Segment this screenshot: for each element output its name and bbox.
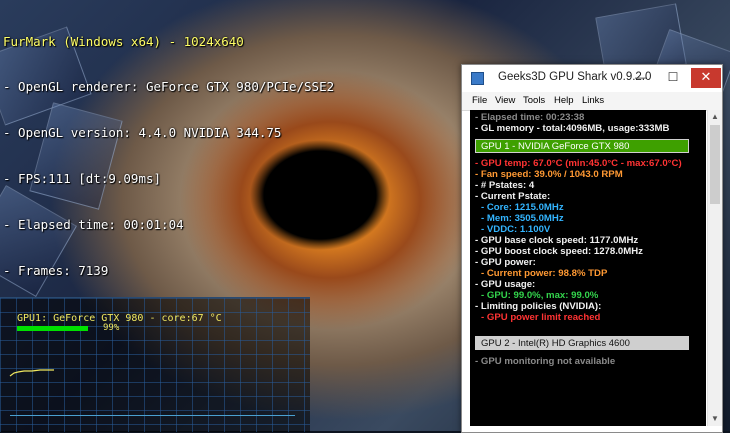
- vddc: - VDDC: 1.100V: [481, 224, 551, 235]
- osd-fps: - FPS:111 [dt:9.09ms]: [3, 171, 162, 187]
- menu-file[interactable]: File: [472, 95, 487, 106]
- pstates-count: - # Pstates: 4: [475, 180, 535, 191]
- furmark-osd: FurMark (Windows x64) - 1024x640 - OpenG…: [3, 3, 334, 294]
- temperature-graph-line: [9, 369, 54, 377]
- power-limit-reached: - GPU power limit reached: [481, 312, 601, 323]
- menu-help[interactable]: Help: [554, 95, 574, 106]
- current-pstate: - Current Pstate:: [475, 191, 551, 202]
- fan-speed: - Fan speed: 39.0% / 1043.0 RPM: [475, 169, 623, 180]
- scroll-up-icon[interactable]: ▲: [708, 110, 722, 124]
- mem-clock: - Mem: 3505.0MHz: [481, 213, 564, 224]
- title-bar[interactable]: Geeks3D GPU Shark v0.9.2.0 — ☐ ✕: [462, 65, 722, 91]
- osd-renderer: - OpenGL renderer: GeForce GTX 980/PCIe/…: [3, 79, 335, 95]
- gl-memory: - GL memory - total:4096MB, usage:333MB: [475, 123, 670, 134]
- vertical-scrollbar[interactable]: ▲ ▼: [707, 110, 722, 426]
- gpu2-monitoring: - GPU monitoring not available: [475, 356, 616, 367]
- maximize-button[interactable]: ☐: [658, 68, 688, 88]
- osd-version: - OpenGL version: 4.4.0 NVIDIA 344.75: [3, 125, 282, 141]
- scroll-down-icon[interactable]: ▼: [708, 412, 722, 426]
- gpu-usage-label: - GPU usage:: [475, 279, 536, 290]
- minimize-button[interactable]: —: [626, 68, 656, 88]
- core-clock: - Core: 1215.0MHz: [481, 202, 564, 213]
- current-power: - Current power: 98.8% TDP: [481, 268, 608, 279]
- close-button[interactable]: ✕: [691, 68, 721, 88]
- limiting-policies: - Limiting policies (NVIDIA):: [475, 301, 602, 312]
- menu-links[interactable]: Links: [582, 95, 604, 106]
- graph-axis: [10, 415, 295, 416]
- gpu-shark-window[interactable]: Geeks3D GPU Shark v0.9.2.0 — ☐ ✕ File Vi…: [461, 64, 723, 433]
- gpu-info-panel: - Elapsed time: 00:23:38 - GL memory - t…: [470, 110, 706, 426]
- elapsed-time: - Elapsed time: 00:23:38: [475, 112, 585, 123]
- gpu-shark-app-icon: [471, 72, 484, 85]
- menu-bar: File View Tools Help Links: [462, 92, 722, 111]
- scroll-thumb[interactable]: [710, 125, 720, 204]
- osd-title: FurMark (Windows x64) - 1024x640: [3, 33, 244, 49]
- gpu-usage-values: - GPU: 99.0%, max: 99.0%: [481, 290, 599, 301]
- base-clock: - GPU base clock speed: 1177.0MHz: [475, 235, 639, 246]
- osd-elapsed: - Elapsed time: 00:01:04: [3, 217, 184, 233]
- osd-frames: - Frames: 7139: [3, 263, 109, 279]
- menu-tools[interactable]: Tools: [523, 95, 545, 106]
- gpu2-header[interactable]: GPU 2 - Intel(R) HD Graphics 4600: [475, 336, 689, 350]
- gpu1-header[interactable]: GPU 1 - NVIDIA GeForce GTX 980: [475, 139, 689, 153]
- menu-view[interactable]: View: [495, 95, 515, 106]
- gpu-graph-panel: GPU1: GeForce GTX 980 - core:67 °C 99%: [0, 297, 310, 432]
- gpu-temp: - GPU temp: 67.0°C (min:45.0°C - max:67.…: [475, 158, 682, 169]
- gpu-power-label: - GPU power:: [475, 257, 536, 268]
- boost-clock: - GPU boost clock speed: 1278.0MHz: [475, 246, 643, 257]
